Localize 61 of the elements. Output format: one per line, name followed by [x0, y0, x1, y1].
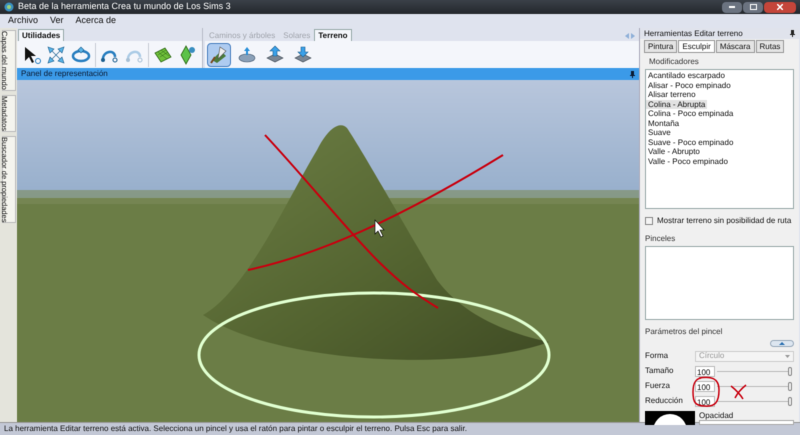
field-label: Forma [645, 350, 670, 362]
status-text: La herramienta Editar terreno está activa. Selecciona un pincel y usa el ratón para pintar o esculpir el terreno. Pulsa Esc para salir. [4, 423, 467, 435]
pin-icon[interactable] [790, 30, 795, 37]
tab[interactable]: Rutas [756, 40, 784, 53]
brush-preview [645, 411, 695, 425]
viewport-title: Panel de representación [21, 68, 108, 80]
list-item[interactable]: Suave [646, 128, 673, 138]
tab[interactable]: Terreno [314, 29, 352, 41]
collapse-button[interactable] [770, 340, 794, 347]
field-label: Reducción [645, 395, 684, 407]
opacity-label: Opacidad [699, 411, 734, 420]
close-button[interactable] [764, 2, 796, 12]
terrain-arrow-icon [237, 44, 257, 64]
tool-button[interactable] [207, 42, 231, 66]
window-title: Beta de la herramienta Crea tu mundo de Los Sims 3 [18, 0, 231, 14]
caret-up-icon [779, 342, 785, 345]
app-icon [4, 2, 14, 12]
list-item[interactable]: Montaña [646, 118, 682, 128]
checkbox-label: Mostrar terreno sin posibilidad de ruta [657, 215, 792, 227]
value-field[interactable]: 100 [695, 366, 715, 376]
up-arrow-icon [265, 44, 285, 64]
list-item[interactable]: Colina - Abrupta [646, 100, 708, 109]
list-item[interactable]: Suave - Poco empinado [646, 138, 736, 147]
menu-item[interactable]: Acerca de [76, 14, 116, 28]
slider-thumb[interactable] [788, 382, 792, 390]
value-field[interactable]: 100 [695, 380, 715, 392]
four-arrows-icon [46, 44, 66, 64]
minimize-icon [729, 6, 735, 8]
menu-item[interactable]: Archivo [8, 14, 38, 28]
close-icon [777, 4, 783, 10]
list-item[interactable]: Colina - Poco empinada [646, 109, 736, 118]
list-item[interactable]: Valle - Poco empinado [646, 156, 730, 166]
menu-item[interactable]: Ver [50, 14, 64, 28]
rotate-icon [70, 44, 91, 64]
annotation-cross [730, 384, 748, 400]
field-label: Tamaño [645, 365, 674, 377]
minimize-button[interactable] [722, 2, 742, 12]
tab[interactable]: Esculpir [678, 40, 715, 53]
list-item[interactable]: Alisar - Poco empinado [646, 80, 733, 90]
list-item[interactable]: Acantilado escarpado [646, 71, 727, 80]
tab[interactable]: Utilidades [18, 29, 64, 41]
checkbox[interactable] [645, 217, 653, 225]
opacity-field[interactable] [699, 420, 794, 425]
tab[interactable]: Pintura [644, 40, 678, 53]
slider-thumb[interactable] [788, 366, 792, 376]
group-label: Parámetros del pincel [645, 326, 724, 338]
list-item[interactable]: Alisar terreno [646, 90, 698, 100]
caret-down-icon [785, 354, 790, 358]
slider-thumb[interactable] [788, 396, 792, 406]
group-label: Modificadores [648, 56, 700, 68]
down-arrow-icon [293, 44, 313, 64]
pin-icon[interactable] [630, 70, 635, 78]
group-label: Pinceles [645, 233, 676, 245]
grid-tile-icon [152, 44, 173, 64]
list-item[interactable]: Valle - Abrupto [646, 147, 702, 156]
panel-title: Herramientas Editar terreno [644, 28, 743, 40]
maximize-icon [750, 4, 756, 10]
brush-icon [209, 44, 229, 64]
maximize-button[interactable] [743, 2, 763, 12]
field-label: Fuerza [645, 380, 671, 392]
tab[interactable]: Máscara [716, 40, 754, 53]
